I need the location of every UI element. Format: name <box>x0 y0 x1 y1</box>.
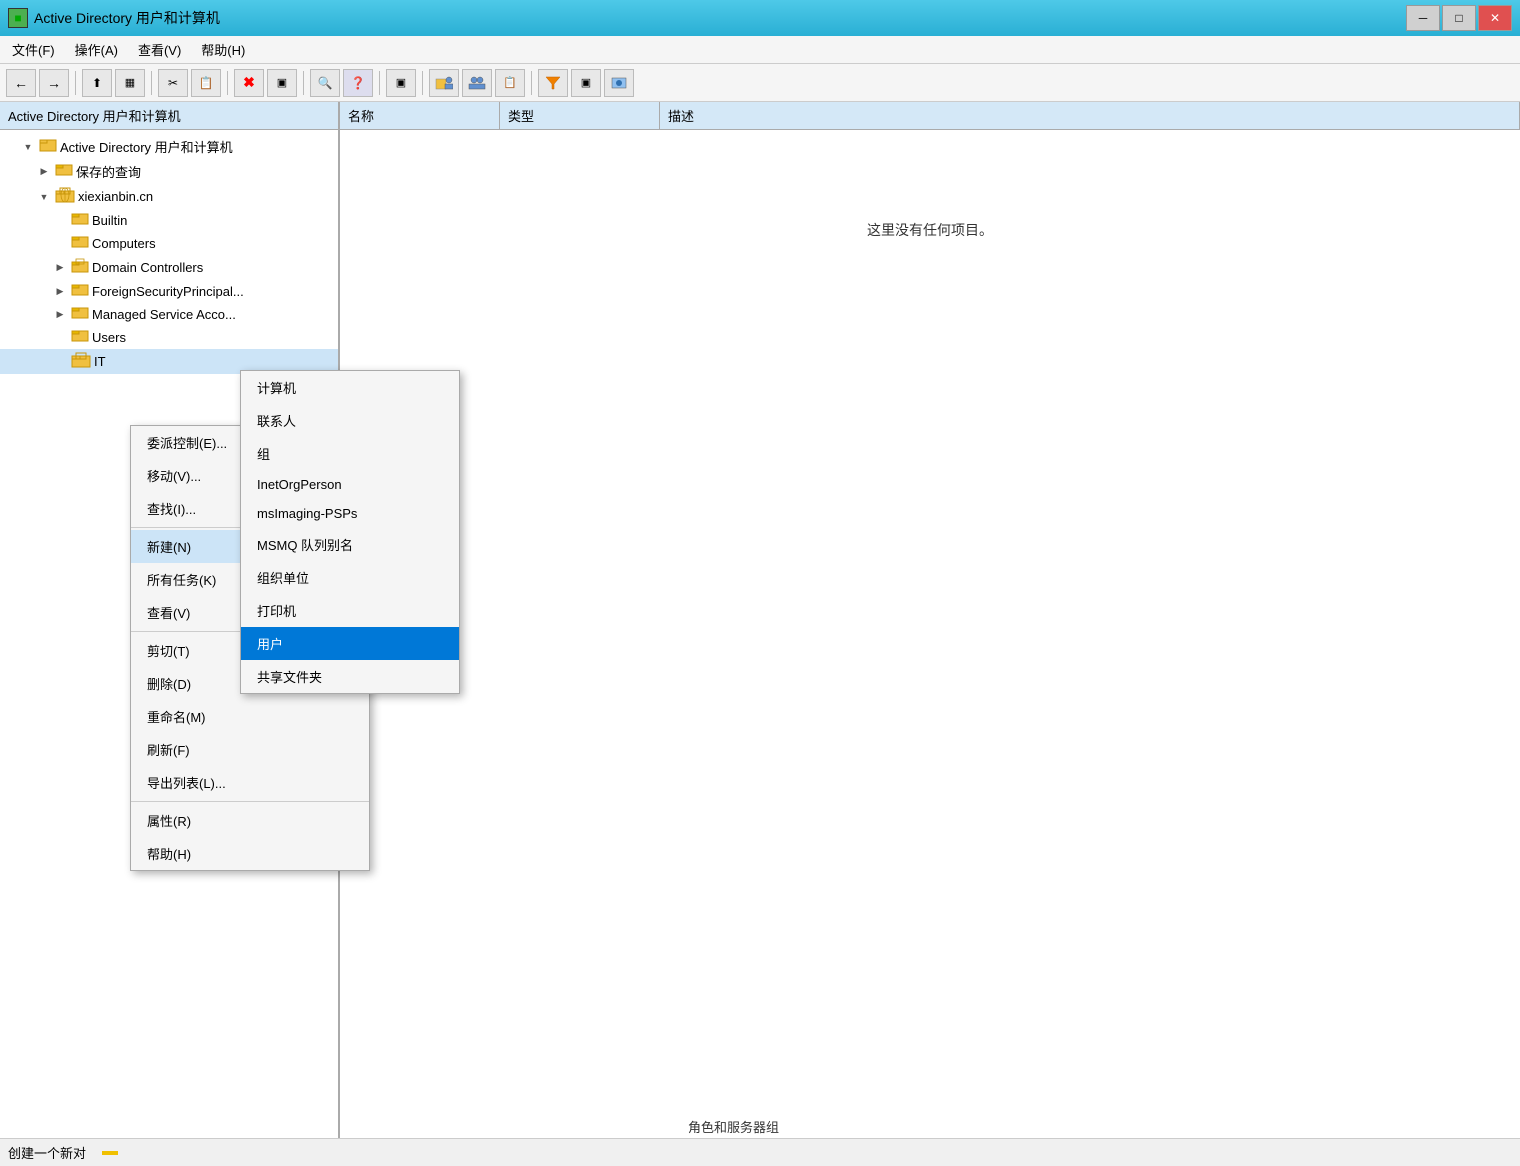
ctx-rename[interactable]: 重命名(M) <box>131 700 369 733</box>
tree-label-it: IT <box>94 354 106 369</box>
toolbar-sep-2 <box>151 71 152 95</box>
tree-label-dc: Domain Controllers <box>92 260 203 275</box>
export-button[interactable]: 📋 <box>495 69 525 97</box>
tree-item-root[interactable]: ▼ Active Directory 用户和计算机 <box>0 134 338 159</box>
content-panel: 名称 类型 描述 这里没有任何项目。 <box>340 102 1520 1138</box>
content-header: 名称 类型 描述 <box>340 102 1520 130</box>
find-button[interactable]: 🔍 <box>310 69 340 97</box>
expand-icon-saved[interactable]: ▶ <box>36 164 52 180</box>
sub-printer[interactable]: 打印机 <box>241 594 459 627</box>
cut-button[interactable]: ✂ <box>158 69 188 97</box>
delete-button[interactable]: ✖ <box>234 69 264 97</box>
ctx-export[interactable]: 导出列表(L)... <box>131 766 369 799</box>
ctx-properties[interactable]: 属性(R) <box>131 804 369 837</box>
close-button[interactable]: ✕ <box>1478 5 1512 31</box>
tree-item-users[interactable]: Users <box>0 326 338 349</box>
tree-label-computers: Computers <box>92 236 156 251</box>
menu-action[interactable]: 操作(A) <box>67 37 126 62</box>
status-bar: 创建一个新对 <box>0 1138 1520 1166</box>
tree-item-domain[interactable]: ▼ xiexianbin.cn <box>0 184 338 209</box>
tree-item-msa[interactable]: ▶ Managed Service Acco... <box>0 303 338 326</box>
tree-header: Active Directory 用户和计算机 <box>0 102 338 130</box>
status-highlight <box>102 1151 118 1155</box>
forward-button[interactable]: → <box>39 69 69 97</box>
sub-group[interactable]: 组 <box>241 437 459 470</box>
content-body: 这里没有任何项目。 <box>340 130 1520 330</box>
maximize-button[interactable]: □ <box>1442 5 1476 31</box>
menu-view[interactable]: 查看(V) <box>130 37 189 62</box>
toolbar-sep-5 <box>379 71 380 95</box>
tree-label-fsp: ForeignSecurityPrincipal... <box>92 284 244 299</box>
tree-label-builtin: Builtin <box>92 213 127 228</box>
tree-label-msa: Managed Service Acco... <box>92 307 236 322</box>
copy-button[interactable]: 📋 <box>191 69 221 97</box>
tree-item-builtin[interactable]: Builtin <box>0 209 338 232</box>
bottom-label: 角色和服务器组 <box>680 1115 787 1138</box>
status-text: 创建一个新对 <box>8 1143 86 1162</box>
tree-label-root: Active Directory 用户和计算机 <box>60 137 233 156</box>
expand-icon-fsp[interactable]: ▶ <box>52 284 68 300</box>
toolbar-sep-1 <box>75 71 76 95</box>
help-button[interactable]: ❓ <box>343 69 373 97</box>
title-bar: ■ Active Directory 用户和计算机 ─ □ ✕ <box>0 0 1520 36</box>
mmc-button[interactable]: ▣ <box>386 69 416 97</box>
toolbar-sep-6 <box>422 71 423 95</box>
sub-msmq[interactable]: MSMQ 队列别名 <box>241 528 459 561</box>
app-icon: ■ <box>8 8 28 28</box>
toolbar-sep-4 <box>303 71 304 95</box>
menu-bar: 文件(F) 操作(A) 查看(V) 帮助(H) <box>0 36 1520 64</box>
expand-icon-msa[interactable]: ▶ <box>52 307 68 323</box>
ctx-refresh[interactable]: 刷新(F) <box>131 733 369 766</box>
tree-item-dc[interactable]: ▶ Domain Controllers <box>0 255 338 280</box>
ctx-help[interactable]: 帮助(H) <box>131 837 369 870</box>
sub-computer[interactable]: 计算机 <box>241 371 459 404</box>
minimize-button[interactable]: ─ <box>1406 5 1440 31</box>
submenu-new: 计算机 联系人 组 InetOrgPerson msImaging-PSPs M… <box>240 370 460 694</box>
sub-user[interactable]: 用户 <box>241 627 459 660</box>
menu-file[interactable]: 文件(F) <box>4 37 63 62</box>
window-controls: ─ □ ✕ <box>1406 5 1512 31</box>
new-user-button[interactable] <box>429 69 459 97</box>
window-title: Active Directory 用户和计算机 <box>34 8 220 28</box>
col-desc: 描述 <box>660 102 1520 129</box>
show-hide-button[interactable]: ▦ <box>115 69 145 97</box>
tree-item-saved[interactable]: ▶ 保存的查询 <box>0 159 338 184</box>
toolbar-sep-3 <box>227 71 228 95</box>
empty-message: 这里没有任何项目。 <box>867 220 993 240</box>
tree-label-saved: 保存的查询 <box>76 162 141 181</box>
col-type: 类型 <box>500 102 660 129</box>
menu-help[interactable]: 帮助(H) <box>193 37 253 62</box>
tree-item-fsp[interactable]: ▶ ForeignSecurityPrincipal... <box>0 280 338 303</box>
expand-icon-root[interactable]: ▼ <box>20 139 36 155</box>
properties-button[interactable]: ▣ <box>267 69 297 97</box>
sub-inetorgperson[interactable]: InetOrgPerson <box>241 470 459 499</box>
tree-header-label: Active Directory 用户和计算机 <box>8 106 181 125</box>
extra-button[interactable] <box>604 69 634 97</box>
sub-ou[interactable]: 组织单位 <box>241 561 459 594</box>
sub-sharedfolders[interactable]: 共享文件夹 <box>241 660 459 693</box>
filter-button[interactable] <box>538 69 568 97</box>
toolbar-sep-7 <box>531 71 532 95</box>
new-group-button[interactable] <box>462 69 492 97</box>
sub-contact[interactable]: 联系人 <box>241 404 459 437</box>
up-button[interactable]: ⬆ <box>82 69 112 97</box>
title-bar-left: ■ Active Directory 用户和计算机 <box>8 8 220 28</box>
expand-icon-dc[interactable]: ▶ <box>52 260 68 276</box>
tree-label-users: Users <box>92 330 126 345</box>
expand-icon-domain[interactable]: ▼ <box>36 189 52 205</box>
col-name: 名称 <box>340 102 500 129</box>
toolbar: ← → ⬆ ▦ ✂ 📋 ✖ ▣ 🔍 ❓ ▣ 📋 ▣ <box>0 64 1520 102</box>
tree-label-domain: xiexianbin.cn <box>78 189 153 204</box>
tree-item-computers[interactable]: Computers <box>0 232 338 255</box>
sub-msimaging[interactable]: msImaging-PSPs <box>241 499 459 528</box>
back-button[interactable]: ← <box>6 69 36 97</box>
filter2-button[interactable]: ▣ <box>571 69 601 97</box>
ctx-sep-3 <box>131 801 369 802</box>
